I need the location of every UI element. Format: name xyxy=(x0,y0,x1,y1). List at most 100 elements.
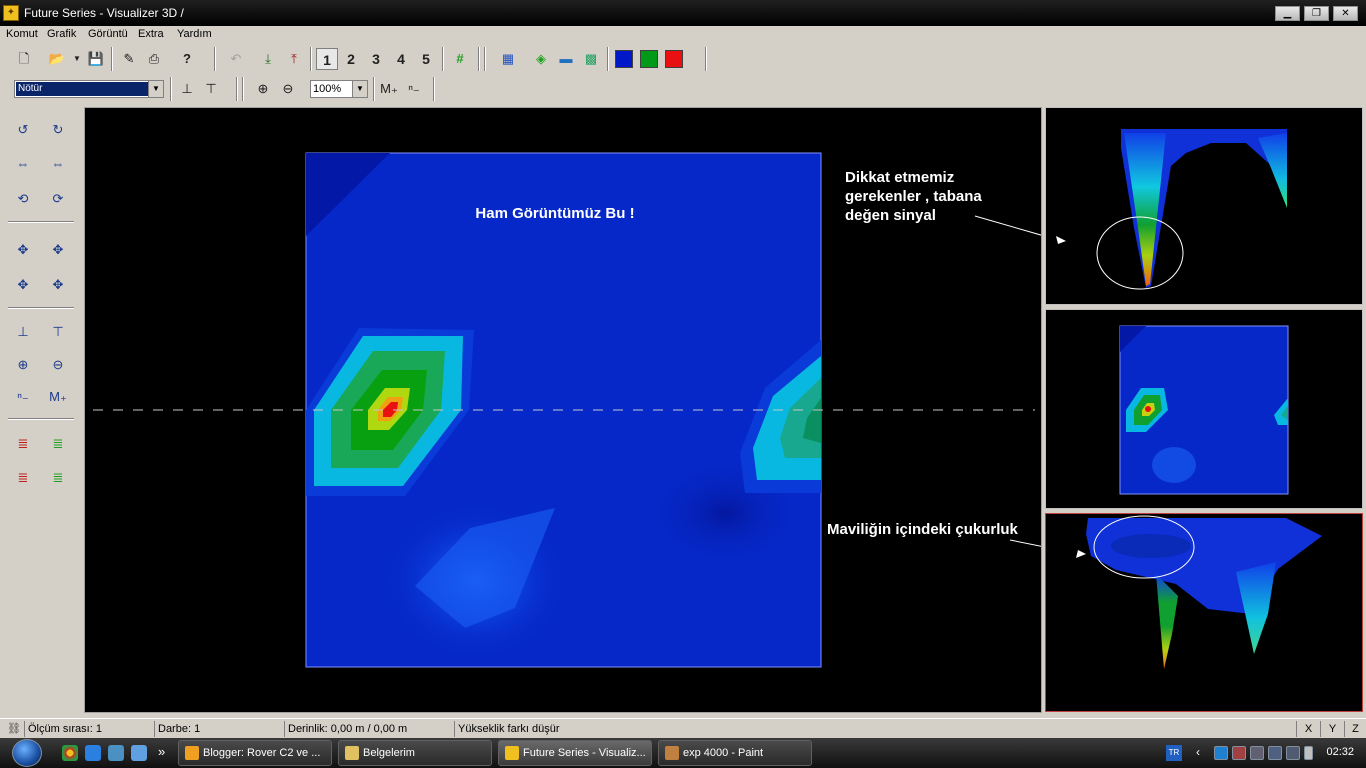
layer-view-icon[interactable]: ◈ xyxy=(530,48,552,70)
blue-palette-button[interactable] xyxy=(615,50,633,68)
restore-button[interactable]: ❐ xyxy=(1304,6,1329,21)
edit-document-icon[interactable]: ✎ xyxy=(118,48,140,70)
move-alt-icon[interactable]: ✥ xyxy=(46,238,70,262)
desktop-icon[interactable] xyxy=(108,745,124,761)
zoom-in-icon[interactable]: ⊕ xyxy=(252,78,274,100)
annotation-arrow-bottom xyxy=(1009,539,1081,555)
align-bottom-icon[interactable]: ⊥ xyxy=(11,320,35,344)
undo-icon[interactable]: ↶ xyxy=(225,48,247,70)
network-icon[interactable] xyxy=(1268,746,1282,760)
task-blogger[interactable]: Blogger: Rover C2 ve ... xyxy=(178,740,332,766)
menu-komut[interactable]: Komut xyxy=(6,28,38,40)
marker-remove-icon[interactable]: ⁿ₋ xyxy=(11,385,35,409)
layer-up-icon[interactable]: ≣ xyxy=(11,432,35,456)
menu-goruntu[interactable]: Görüntü xyxy=(88,28,128,40)
layer-split-icon[interactable]: ≣ xyxy=(46,466,70,490)
color-map-icon[interactable]: ▩ xyxy=(580,48,602,70)
tilt-back-icon[interactable]: ⟲ xyxy=(11,187,35,211)
volume-icon[interactable] xyxy=(1286,746,1300,760)
quicklaunch-more-icon[interactable]: » xyxy=(158,744,165,759)
align-bottom-icon[interactable]: ⊥ xyxy=(176,78,198,100)
marker-add-icon[interactable]: M₊ xyxy=(378,78,400,100)
task-paint[interactable]: exp 4000 - Paint xyxy=(658,740,812,766)
axis-z-button[interactable]: Z xyxy=(1344,721,1366,737)
task-visualizer[interactable]: Future Series - Visualiz... xyxy=(498,740,652,766)
left-tool-panel: ↺ ↻ ⇔ ⇔ ⟲ ⟳ ✥ ✥ ✥ ✥ ⊥ ⊤ ⊕ ⊖ ⁿ₋ M₊ ≣ ≣ ≣ … xyxy=(4,107,76,715)
start-button[interactable] xyxy=(12,739,42,767)
media-icon[interactable] xyxy=(131,745,147,761)
ie-icon[interactable] xyxy=(85,745,101,761)
zoom-out-icon[interactable]: ⊖ xyxy=(46,353,70,377)
layer-down-icon[interactable]: ≣ xyxy=(46,432,70,456)
minimize-button[interactable]: ▁ xyxy=(1275,6,1300,21)
zoom-select[interactable]: 100% ▼ xyxy=(310,80,368,98)
align-top-icon[interactable]: ⊤ xyxy=(46,320,70,344)
zoom-select-value: 100% xyxy=(313,83,342,95)
export-icon[interactable]: ⤒ xyxy=(283,48,305,70)
task-belgelerim[interactable]: Belgelerim xyxy=(338,740,492,766)
skype-icon[interactable] xyxy=(1214,746,1228,760)
new-file-icon[interactable]: 🗋 xyxy=(13,48,35,70)
move-icon[interactable]: ✥ xyxy=(11,238,35,262)
app-icon[interactable]: ✦ xyxy=(3,5,19,21)
menu-grafik[interactable]: Grafik xyxy=(47,28,76,40)
flip-horizontal-icon[interactable]: ⇔ xyxy=(11,152,35,176)
open-folder-icon[interactable]: 📂 xyxy=(46,48,68,70)
tray-expand-icon[interactable]: ‹ xyxy=(1196,745,1200,759)
red-palette-button[interactable] xyxy=(665,50,683,68)
clock[interactable]: 02:32 xyxy=(1326,746,1354,758)
annotation-line-1: Dikkat etmemiz xyxy=(845,169,954,186)
marker-remove-icon[interactable]: ⁿ₋ xyxy=(403,78,425,100)
link-icon: ⛓ xyxy=(7,723,21,735)
axis-x-button[interactable]: X xyxy=(1296,721,1320,737)
flip-horizontal-alt-icon[interactable]: ⇔ xyxy=(46,152,70,176)
battery-icon[interactable] xyxy=(1304,746,1313,760)
menu-extra[interactable]: Extra xyxy=(138,28,164,40)
plan-mini-render xyxy=(1119,325,1289,495)
side-view-section[interactable] xyxy=(1045,107,1363,305)
rotate-right-icon[interactable]: ↻ xyxy=(46,118,70,142)
green-palette-button[interactable] xyxy=(640,50,658,68)
main-scan-view[interactable]: Ham Görüntümüz Bu ! Dikkat etmemiz gerek… xyxy=(84,107,1081,713)
status-pulse: Darbe: 1 xyxy=(154,721,282,737)
axis-y-button[interactable]: Y xyxy=(1320,721,1344,737)
save-icon[interactable]: 💾 xyxy=(85,48,107,70)
tilt-forward-icon[interactable]: ⟳ xyxy=(46,187,70,211)
print-icon[interactable]: ⎙ xyxy=(143,48,165,70)
section-3d-render xyxy=(1056,129,1287,290)
filter-select[interactable]: Nötür ▼ xyxy=(14,80,164,98)
zoom-out-icon[interactable]: ⊖ xyxy=(277,78,299,100)
visualizer-app-icon xyxy=(505,746,519,760)
display-icon[interactable] xyxy=(1250,746,1264,760)
language-indicator[interactable]: TR xyxy=(1166,745,1182,761)
view-5-button[interactable]: 5 xyxy=(415,48,437,70)
close-button[interactable]: ✕ xyxy=(1333,6,1358,21)
view-4-button[interactable]: 4 xyxy=(390,48,412,70)
title-bar: ✦ Future Series - Visualizer 3D / ▁ ❐ ✕ xyxy=(0,0,1366,26)
layer-merge-icon[interactable]: ≣ xyxy=(11,466,35,490)
surface-view-icon[interactable]: ▬ xyxy=(555,48,577,70)
import-icon[interactable]: ⤓ xyxy=(257,48,279,70)
chevron-down-icon[interactable]: ▼ xyxy=(148,81,163,97)
view-1-button[interactable]: 1 xyxy=(316,48,338,70)
marker-add-icon[interactable]: M₊ xyxy=(46,385,70,409)
side-view-plan[interactable] xyxy=(1045,309,1363,509)
view-3-button[interactable]: 3 xyxy=(365,48,387,70)
side-view-3d[interactable] xyxy=(1045,513,1363,712)
grid-icon[interactable]: # xyxy=(449,48,471,70)
map-view-icon[interactable]: ▦ xyxy=(497,48,519,70)
window-title: Future Series - Visualizer 3D / xyxy=(24,6,184,20)
zoom-in-icon[interactable]: ⊕ xyxy=(11,353,35,377)
antivirus-icon[interactable] xyxy=(1232,746,1246,760)
chrome-icon[interactable] xyxy=(62,745,78,761)
move-down-icon[interactable]: ✥ xyxy=(11,273,35,297)
menu-yardim[interactable]: Yardım xyxy=(177,28,212,40)
view-2-button[interactable]: 2 xyxy=(340,48,362,70)
rotate-left-icon[interactable]: ↺ xyxy=(11,118,35,142)
status-depth: Derinlik: 0,00 m / 0,00 m xyxy=(284,721,452,737)
chevron-down-icon[interactable]: ▼ xyxy=(352,81,367,97)
annotation-line-2: gerekenler , tabana xyxy=(845,188,982,205)
help-icon[interactable]: ? xyxy=(176,48,198,70)
align-top-icon[interactable]: ⊤ xyxy=(200,78,222,100)
move-up-icon[interactable]: ✥ xyxy=(46,273,70,297)
